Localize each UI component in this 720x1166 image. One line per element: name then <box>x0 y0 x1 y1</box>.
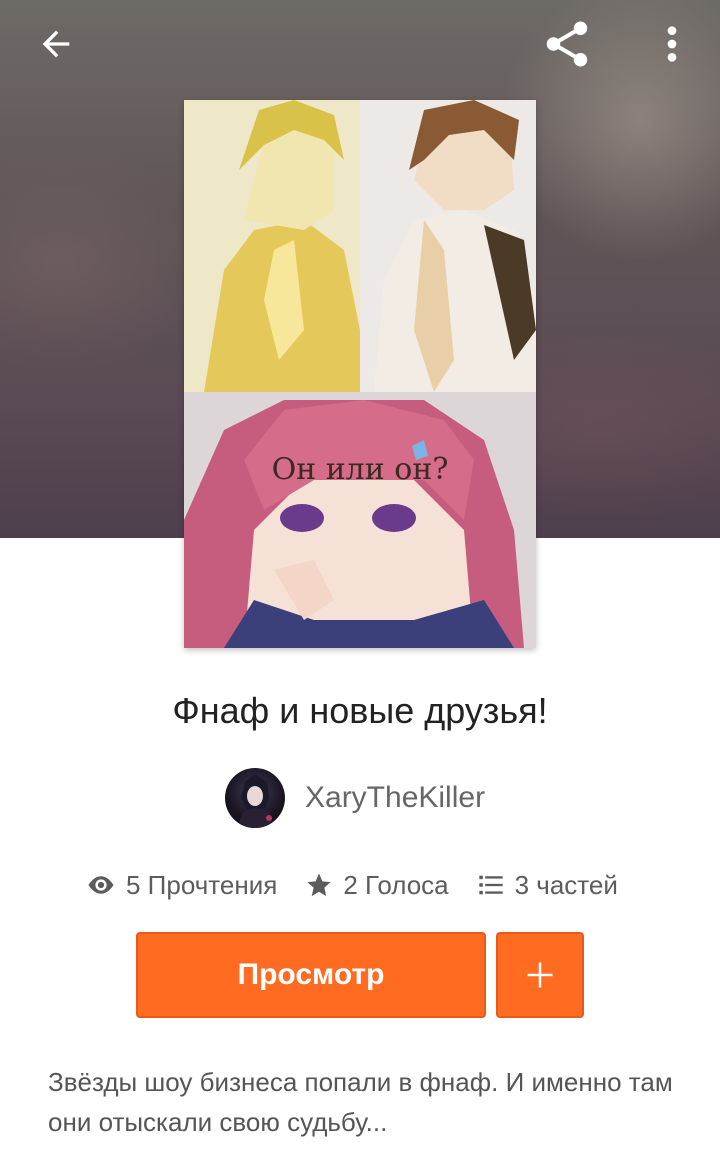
avatar-image <box>237 774 275 828</box>
share-icon <box>546 21 588 67</box>
eye-icon <box>88 876 114 894</box>
more-options-button[interactable] <box>642 14 702 74</box>
story-description: Звёзды шоу бизнеса попали в фнаф. И имен… <box>48 1067 673 1137</box>
votes-count: 2 Голоса <box>343 869 449 900</box>
votes-stat: 2 Голоса <box>305 869 449 901</box>
share-button[interactable] <box>537 14 597 74</box>
reads-stat: 5 Прочтения <box>86 870 277 901</box>
add-to-library-button[interactable] <box>496 932 584 1018</box>
reads-count: 5 Прочтения <box>126 869 278 900</box>
read-button[interactable]: Просмотр <box>136 932 486 1018</box>
more-vertical-icon <box>667 26 677 62</box>
list-icon <box>478 875 503 895</box>
author-name[interactable]: XaryTheKiller <box>305 781 485 815</box>
author-link[interactable]: XaryTheKiller <box>225 768 485 828</box>
story-title: Фнаф и новые друзья! <box>172 690 548 731</box>
back-button[interactable] <box>26 14 86 74</box>
author-avatar[interactable] <box>225 768 285 828</box>
top-bar <box>0 0 720 88</box>
star-icon <box>307 873 331 897</box>
plus-icon <box>527 962 553 988</box>
story-details-page: Он или он? Фнаф и новые друзья! XaryTheK… <box>0 0 720 1166</box>
arrow-left-icon <box>42 30 70 58</box>
cover-artwork <box>184 100 536 648</box>
story-cover[interactable]: Он или он? <box>184 100 536 648</box>
parts-count: 3 частей <box>514 869 618 900</box>
parts-stat: 3 частей <box>477 870 618 901</box>
cover-caption: Он или он? <box>271 452 449 487</box>
story-stats: 5 Прочтения 2 Голоса 3 частей <box>86 866 618 904</box>
